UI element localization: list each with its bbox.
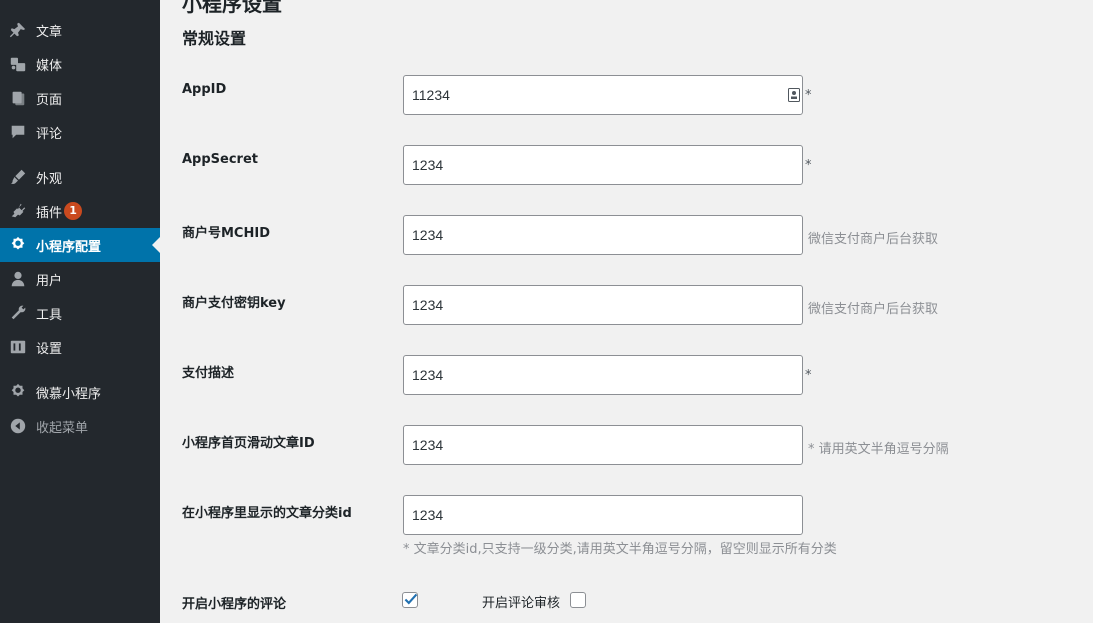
admin-sidebar: 文章 媒体 页面 评论 外观 插件 1 小程序配置 用户 工具 设置 微慕小程序… [0, 0, 160, 623]
collapse-icon [8, 416, 28, 436]
paykey-input[interactable] [403, 285, 803, 325]
sidebar-item-users[interactable]: 用户 [0, 262, 160, 296]
mchid-label: 商户号MCHID [182, 226, 270, 241]
pages-icon [8, 88, 28, 108]
comment-review-checkbox[interactable] [570, 592, 586, 608]
section-title: 常规设置 [182, 29, 247, 48]
sidebar-item-label: 插件 [36, 205, 63, 221]
sidebar-item-label: 小程序配置 [36, 239, 102, 255]
mchid-hint: 微信支付商户后台获取 [808, 232, 939, 247]
sidebar-item-appearance[interactable]: 外观 [0, 160, 160, 194]
category-ids-hint: * 文章分类id,只支持一级分类,请用英文半角逗号分隔，留空则显示所有分类 [403, 542, 837, 557]
sidebar-item-label: 工具 [36, 307, 63, 323]
comment-review-label: 开启评论审核 [482, 596, 561, 611]
contact-card-icon[interactable] [788, 88, 800, 102]
sidebar-item-miniprogram-config[interactable]: 小程序配置 [0, 228, 160, 262]
mchid-input[interactable] [403, 215, 803, 255]
sidebar-item-media[interactable]: 媒体 [0, 47, 160, 81]
miniprogram-icon [8, 235, 28, 255]
appearance-icon [8, 167, 28, 187]
collapse-menu-button[interactable]: 收起菜单 [0, 409, 160, 443]
sidebar-item-label: 微慕小程序 [36, 386, 102, 402]
sidebar-item-posts[interactable]: 文章 [0, 13, 160, 47]
required-marker: * [805, 158, 812, 173]
plugins-icon [8, 201, 28, 221]
main-content: 小程序设置 常规设置 AppID * AppSecret * 商户号MCHID … [160, 0, 1093, 623]
sidebar-item-label: 收起菜单 [36, 420, 89, 436]
paykey-label: 商户支付密钥key [182, 296, 286, 311]
enable-comments-checkbox[interactable] [402, 592, 418, 608]
page-title: 小程序设置 [182, 0, 282, 16]
sidebar-item-label: 文章 [36, 24, 63, 40]
media-icon [8, 54, 28, 74]
sidebar-item-settings[interactable]: 设置 [0, 330, 160, 364]
required-marker: * [805, 88, 812, 103]
sidebar-item-label: 评论 [36, 126, 63, 142]
category-ids-input[interactable] [403, 495, 803, 535]
slide-ids-input[interactable] [403, 425, 803, 465]
sidebar-item-plugins[interactable]: 插件 1 [0, 194, 160, 228]
sidebar-item-comments[interactable]: 评论 [0, 115, 160, 149]
sidebar-item-label: 设置 [36, 341, 63, 357]
slide-ids-hint: * 请用英文半角逗号分隔 [808, 442, 949, 457]
settings-icon [8, 337, 28, 357]
update-count-badge: 1 [64, 202, 83, 220]
checkmark-icon [404, 593, 418, 605]
tools-icon [8, 303, 28, 323]
miniprogram-icon [8, 382, 28, 402]
appsecret-label: AppSecret [182, 152, 259, 167]
paydesc-input[interactable] [403, 355, 803, 395]
appsecret-input[interactable] [403, 145, 803, 185]
category-ids-label: 在小程序里显示的文章分类id [182, 506, 352, 521]
pin-icon [8, 20, 28, 40]
sidebar-item-weimu-miniprogram[interactable]: 微慕小程序 [0, 375, 160, 409]
slide-ids-label: 小程序首页滑动文章ID [182, 436, 315, 451]
paydesc-label: 支付描述 [182, 366, 235, 381]
sidebar-item-label: 用户 [36, 273, 63, 289]
users-icon [8, 269, 28, 289]
sidebar-item-tools[interactable]: 工具 [0, 296, 160, 330]
sidebar-item-label: 媒体 [36, 58, 63, 74]
required-marker: * [805, 368, 812, 383]
appid-input[interactable] [403, 75, 803, 115]
comments-icon [8, 122, 28, 142]
sidebar-item-pages[interactable]: 页面 [0, 81, 160, 115]
appid-label: AppID [182, 82, 227, 97]
comments-label: 开启小程序的评论 [182, 597, 287, 612]
paykey-hint: 微信支付商户后台获取 [808, 302, 939, 317]
sidebar-item-label: 外观 [36, 171, 63, 187]
sidebar-item-label: 页面 [36, 92, 63, 108]
